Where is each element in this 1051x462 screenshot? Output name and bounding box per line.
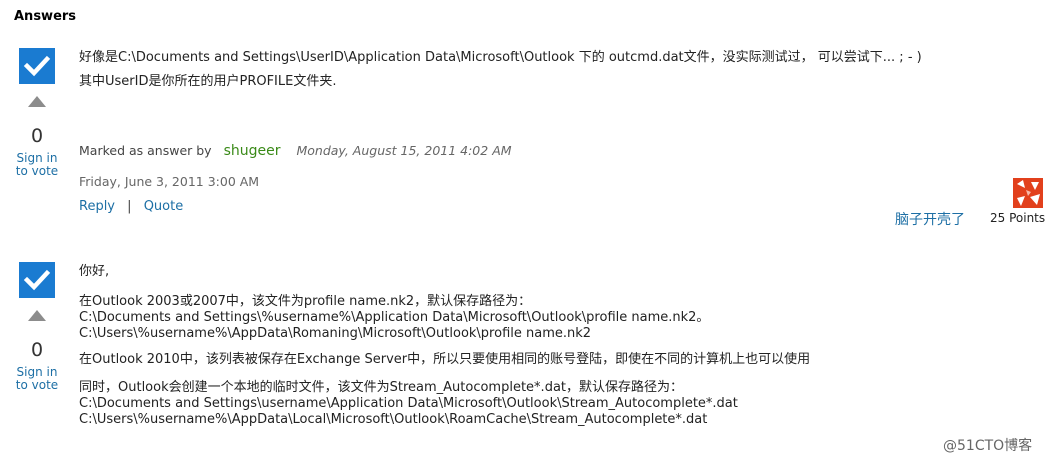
answer-checkmark-icon: [19, 262, 55, 298]
marked-label: Marked as answer by: [79, 143, 212, 158]
answer-body: 好像是C:\Documents and Settings\UserID\Appl…: [79, 50, 922, 90]
body-line: 在Outlook 2003或2007中，该文件为profile name.nk2…: [79, 294, 532, 309]
sign-in-line2: to vote: [15, 378, 59, 392]
body-line: 你好,: [79, 264, 110, 279]
answer-checkmark-icon: [19, 48, 55, 84]
marked-date: Monday, August 15, 2011 4:02 AM: [296, 143, 512, 158]
sign-in-line2: to vote: [15, 164, 59, 178]
body-line: C:\Documents and Settings\username\Appli…: [79, 396, 738, 411]
sign-in-to-vote-link[interactable]: Sign in to vote: [12, 152, 62, 178]
sign-in-to-vote-link[interactable]: Sign in to vote: [12, 366, 62, 392]
body-line: 同时，Outlook会创建一个本地的临时文件，该文件为Stream_Autoco…: [79, 380, 684, 395]
answers-heading: Answers: [14, 9, 77, 24]
post-actions: Reply | Quote: [79, 199, 183, 214]
watermark: @51CTO博客: [943, 438, 1033, 454]
vote-count: 0: [30, 339, 44, 361]
body-line: C:\Users\%username%\AppData\Local\Micros…: [79, 412, 708, 427]
body-line: 在Outlook 2010中，该列表被保存在Exchange Server中，所…: [79, 352, 811, 367]
author-points: 25 Points: [990, 211, 1046, 225]
body-line: C:\Users\%username%\AppData\Romaning\Mic…: [79, 326, 592, 341]
quote-link[interactable]: Quote: [144, 199, 184, 214]
author-name-link[interactable]: 脑子开壳了: [895, 209, 965, 229]
reply-link[interactable]: Reply: [79, 199, 115, 214]
action-separator: |: [127, 199, 132, 214]
post-date: Friday, June 3, 2011 3:00 AM: [79, 174, 260, 189]
marked-as-answer: Marked as answer by shugeer Monday, Augu…: [79, 143, 512, 159]
body-line: 其中UserID是你所在的用户PROFILE文件夹.: [79, 74, 337, 89]
body-line: 好像是C:\Documents and Settings\UserID\Appl…: [79, 50, 922, 65]
vote-count: 0: [30, 125, 44, 147]
answer-body: 你好, 在Outlook 2003或2007中，该文件为profile name…: [79, 264, 810, 428]
body-line: C:\Documents and Settings\%username%\App…: [79, 310, 710, 325]
vote-up-arrow-icon[interactable]: [28, 310, 46, 321]
marked-by-user-link[interactable]: shugeer: [224, 143, 281, 159]
author-avatar-icon[interactable]: [1013, 178, 1043, 208]
vote-up-arrow-icon[interactable]: [28, 96, 46, 107]
